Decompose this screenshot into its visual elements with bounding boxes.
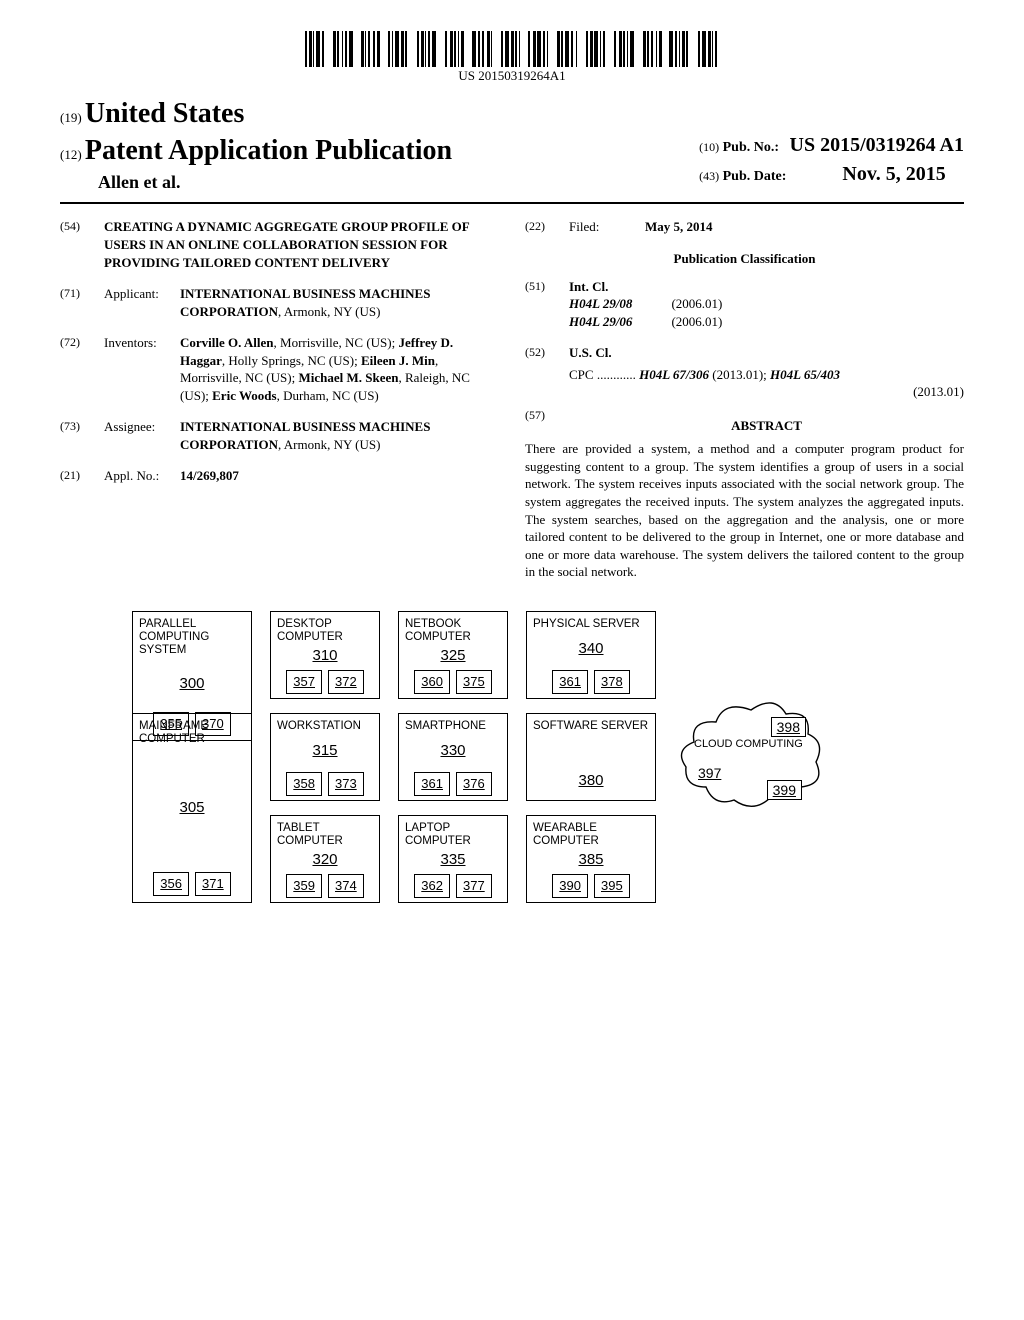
field-21-appl-no: (21) Appl. No.: 14/269,807 xyxy=(60,467,499,485)
field-57-abstract: (57) ABSTRACT xyxy=(525,407,964,441)
field-51-int-cl: (51) Int. Cl. H04L 29/08 (2006.01) H04L … xyxy=(525,278,964,331)
int-cl-code-0: H04L 29/08 xyxy=(569,296,632,311)
pub-date-value: Nov. 5, 2015 xyxy=(842,163,945,185)
publication-classification-heading: Publication Classification xyxy=(525,250,964,268)
fig-box-tablet: TABLET COMPUTER 320 359 374 xyxy=(270,815,380,903)
fig-ref-377: 377 xyxy=(456,874,492,898)
invention-title: CREATING A DYNAMIC AGGREGATE GROUP PROFI… xyxy=(104,218,499,271)
int-cl-edition-0: (2006.01) xyxy=(671,296,722,311)
publication-code: US 20150319264A1 xyxy=(60,67,964,85)
cloud-icon xyxy=(676,692,826,822)
fig-box-workstation: WORKSTATION 315 358 373 xyxy=(270,713,380,801)
pub-date-label: Pub. Date: xyxy=(723,169,787,184)
assignee-address: Armonk, NY (US) xyxy=(284,437,381,452)
fig-ref-340: 340 xyxy=(533,639,649,659)
bibliographic-columns: (54) CREATING A DYNAMIC AGGREGATE GROUP … xyxy=(60,218,964,580)
fig-ref-371: 371 xyxy=(195,872,231,896)
fig-ref-372: 372 xyxy=(328,670,364,694)
field-22-filed: (22) Filed: May 5, 2014 xyxy=(525,218,964,236)
us-cl-label: U.S. Cl. xyxy=(569,344,964,362)
fig-ref-300: 300 xyxy=(139,674,245,694)
fig-ref-390: 390 xyxy=(552,874,588,898)
barcode-graphic xyxy=(305,31,720,67)
fig-ref-361a: 361 xyxy=(552,670,588,694)
fig-ref-373: 373 xyxy=(328,772,364,796)
prefix-19: (19) xyxy=(60,110,82,125)
fig-ref-376: 376 xyxy=(456,772,492,796)
inventors-list: Corville O. Allen, Morrisville, NC (US);… xyxy=(180,334,499,404)
fig-ref-358: 358 xyxy=(286,772,322,796)
fig-ref-325: 325 xyxy=(405,646,501,666)
fig-box-smartphone: SMARTPHONE 330 361 376 xyxy=(398,713,508,801)
fig-ref-356: 356 xyxy=(153,872,189,896)
cpc-line: CPC ............ H04L 67/306 (2013.01); … xyxy=(569,366,964,401)
int-cl-code-1: H04L 29/06 xyxy=(569,314,632,329)
fig-ref-320: 320 xyxy=(277,850,373,870)
field-72-inventors: (72) Inventors: Corville O. Allen, Morri… xyxy=(60,334,499,404)
prefix-12: (12) xyxy=(60,147,82,162)
prefix-43: (43) xyxy=(699,169,719,183)
fig-box-laptop: LAPTOP COMPUTER 335 362 377 xyxy=(398,815,508,903)
fig-left-stack: MAINFRAME COMPUTER 305 356 371 xyxy=(132,713,252,903)
header-right: (10) Pub. No.: US 2015/0319264 A1 (43) P… xyxy=(699,132,964,194)
fig-box-mainframe: MAINFRAME COMPUTER 305 356 371 xyxy=(132,713,252,903)
abstract-text: There are provided a system, a method an… xyxy=(525,440,964,580)
fig-ref-397: 397 xyxy=(698,764,721,783)
fig-ref-361b: 361 xyxy=(414,772,450,796)
pub-no-value: US 2015/0319264 A1 xyxy=(790,134,964,156)
fig-ref-315: 315 xyxy=(277,741,373,761)
fig-cloud-computing: CLOUD COMPUTING 397 398 399 xyxy=(676,692,826,822)
field-54-title: (54) CREATING A DYNAMIC AGGREGATE GROUP … xyxy=(60,218,499,271)
fig-ref-375: 375 xyxy=(456,670,492,694)
country-name: United States xyxy=(85,98,244,129)
fig-ref-360: 360 xyxy=(414,670,450,694)
field-71-applicant: (71) Applicant: INTERNATIONAL BUSINESS M… xyxy=(60,285,499,320)
fig-ref-398: 398 xyxy=(771,717,806,737)
fig-ref-395: 395 xyxy=(594,874,630,898)
int-cl-label: Int. Cl. xyxy=(569,278,964,296)
fig-ref-378: 378 xyxy=(594,670,630,694)
fig-box-wearable: WEARABLE COMPUTER 385 390 395 xyxy=(526,815,656,903)
fig-ref-380: 380 xyxy=(533,771,649,791)
fig-ref-305: 305 xyxy=(139,798,245,818)
barcode-block: US 20150319264A1 xyxy=(60,30,964,85)
left-column: (54) CREATING A DYNAMIC AGGREGATE GROUP … xyxy=(60,218,499,580)
fig-box-netbook: NETBOOK COMPUTER 325 360 375 xyxy=(398,611,508,699)
abstract-heading: ABSTRACT xyxy=(569,417,964,435)
prefix-10: (10) xyxy=(699,140,719,154)
fig-box-desktop: DESKTOP COMPUTER 310 357 372 xyxy=(270,611,380,699)
fig-ref-310: 310 xyxy=(277,646,373,666)
authors-line: Allen et al. xyxy=(60,170,452,194)
header-left: (19) United States (12) Patent Applicati… xyxy=(60,95,452,195)
filed-date: May 5, 2014 xyxy=(645,218,964,236)
pub-no-label: Pub. No.: xyxy=(723,140,779,155)
cloud-label: CLOUD COMPUTING xyxy=(694,738,803,750)
field-73-assignee: (73) Assignee: INTERNATIONAL BUSINESS MA… xyxy=(60,418,499,453)
fig-ref-357: 357 xyxy=(286,670,322,694)
fig-box-software-server: SOFTWARE SERVER 380 xyxy=(526,713,656,801)
fig-ref-399: 399 xyxy=(767,780,802,800)
fig-ref-359: 359 xyxy=(286,874,322,898)
fig-ref-385: 385 xyxy=(533,850,649,870)
fig-ref-335: 335 xyxy=(405,850,501,870)
int-cl-edition-1: (2006.01) xyxy=(671,314,722,329)
fig-ref-330: 330 xyxy=(405,741,501,761)
appl-no-value: 14/269,807 xyxy=(180,467,499,485)
fig-ref-374: 374 xyxy=(328,874,364,898)
patent-figure: PARALLEL COMPUTING SYSTEM 300 355 370 DE… xyxy=(132,611,892,903)
right-column: (22) Filed: May 5, 2014 Publication Clas… xyxy=(525,218,964,580)
fig-ref-362: 362 xyxy=(414,874,450,898)
fig-box-physical-server: PHYSICAL SERVER 340 361 378 xyxy=(526,611,656,699)
document-kind: Patent Application Publication xyxy=(85,135,452,166)
field-52-us-cl: (52) U.S. Cl. xyxy=(525,344,964,362)
applicant-address: Armonk, NY (US) xyxy=(284,304,381,319)
patent-header: (19) United States (12) Patent Applicati… xyxy=(60,95,964,205)
